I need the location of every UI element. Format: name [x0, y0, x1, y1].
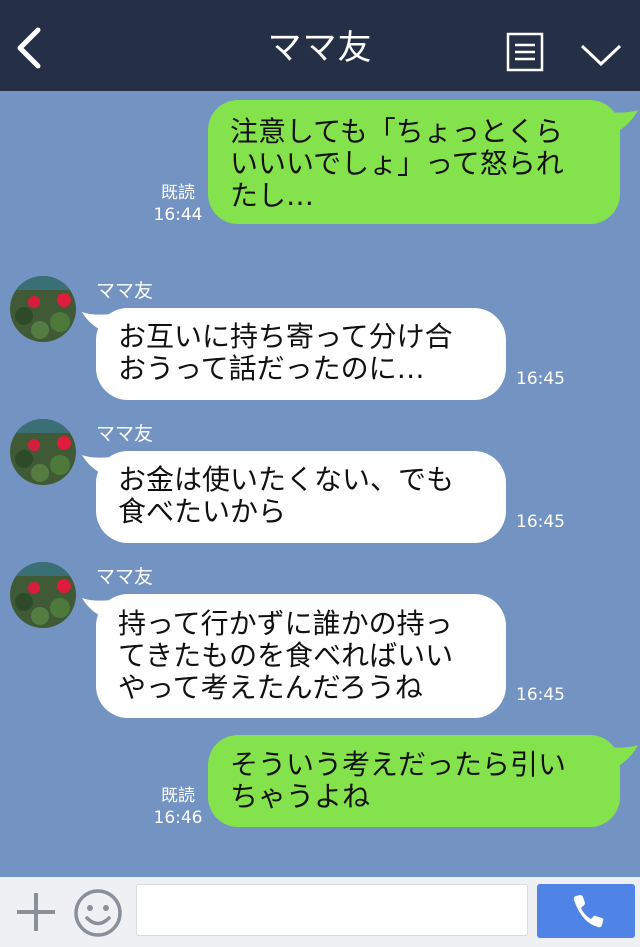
message-line: お互いに持ち寄って分け合 — [118, 320, 453, 353]
avatar[interactable] — [10, 276, 76, 342]
sender-name: ママ友 — [96, 566, 154, 588]
message-incoming: ママ友 持って行かずに誰かの持っ てきたものを食べればいい やって考えたんだろう… — [0, 562, 640, 722]
message-line: たし… — [230, 179, 315, 212]
message-time: 16:45 — [516, 512, 565, 532]
message-line: そういう考えだったら引い — [230, 748, 567, 781]
chat-screen: ママ友 既読 16:44 注意しても「ちょっとくら いいいでしょ」って怒られ た… — [0, 0, 640, 947]
message-incoming: ママ友 お互いに持ち寄って分け合 おうって話だったのに… 16:45 — [0, 276, 640, 406]
message-meta: 既読 16:44 — [150, 182, 206, 226]
emoji-icon — [74, 889, 122, 937]
message-time: 16:46 — [153, 808, 203, 828]
message-bubble[interactable]: そういう考えだったら引い ちゃうよね — [208, 735, 620, 827]
menu-button[interactable] — [506, 32, 544, 72]
chat-title: ママ友 — [267, 28, 373, 68]
message-line: てきたものを食べればいい — [118, 639, 454, 672]
avatar[interactable] — [10, 562, 76, 628]
phone-icon — [573, 895, 604, 928]
message-bubble[interactable]: 注意しても「ちょっとくら いいいでしょ」って怒られ たし… — [208, 100, 620, 224]
read-receipt: 既読 — [161, 786, 195, 806]
message-bubble[interactable]: 持って行かずに誰かの持っ てきたものを食べればいい やって考えたんだろうね — [96, 594, 506, 718]
bubble-tail — [604, 110, 638, 136]
message-input[interactable] — [136, 884, 528, 936]
message-incoming: ママ友 お金は使いたくない、でも 食べたいから 16:45 — [0, 419, 640, 549]
bubble-tail — [604, 745, 638, 771]
rose-photo-icon — [10, 276, 76, 342]
message-bubble[interactable]: お互いに持ち寄って分け合 おうって話だったのに… — [96, 308, 506, 400]
message-line: お金は使いたくない、でも — [118, 463, 455, 496]
message-time: 16:44 — [153, 205, 203, 225]
menu-icon — [506, 32, 544, 72]
add-button[interactable] — [14, 890, 58, 934]
message-outgoing: 既読 16:46 そういう考えだったら引い ちゃうよね — [0, 735, 640, 835]
message-line: ちゃうよね — [230, 780, 371, 813]
plus-icon — [17, 893, 55, 931]
read-receipt: 既読 — [161, 183, 195, 203]
chat-header: ママ友 — [0, 0, 640, 91]
message-time: 16:45 — [516, 369, 565, 389]
rose-photo-icon — [10, 562, 76, 628]
message-line: やって考えたんだろうね — [118, 671, 423, 704]
chevron-left-icon — [17, 27, 41, 69]
message-bubble[interactable]: お金は使いたくない、でも 食べたいから — [96, 451, 506, 543]
message-meta: 既読 16:46 — [150, 785, 206, 829]
sender-name: ママ友 — [96, 423, 154, 445]
emoji-button[interactable] — [72, 887, 124, 939]
call-button[interactable] — [537, 884, 635, 938]
avatar[interactable] — [10, 419, 76, 485]
message-line: いいいでしょ」って怒られ — [230, 147, 564, 180]
message-line: 食べたいから — [118, 495, 287, 528]
message-outgoing: 既読 16:44 注意しても「ちょっとくら いいいでしょ」って怒られ たし… — [0, 100, 640, 230]
sender-name: ママ友 — [96, 280, 154, 302]
chevron-down-icon — [580, 44, 622, 67]
message-line: 持って行かずに誰かの持っ — [118, 607, 453, 640]
rose-photo-icon — [10, 419, 76, 485]
message-line: 注意しても「ちょっとくら — [230, 115, 563, 148]
back-button[interactable] — [10, 26, 50, 70]
message-line: おうって話だったのに… — [118, 352, 425, 385]
expand-button[interactable] — [578, 36, 624, 72]
message-time: 16:45 — [516, 685, 565, 705]
